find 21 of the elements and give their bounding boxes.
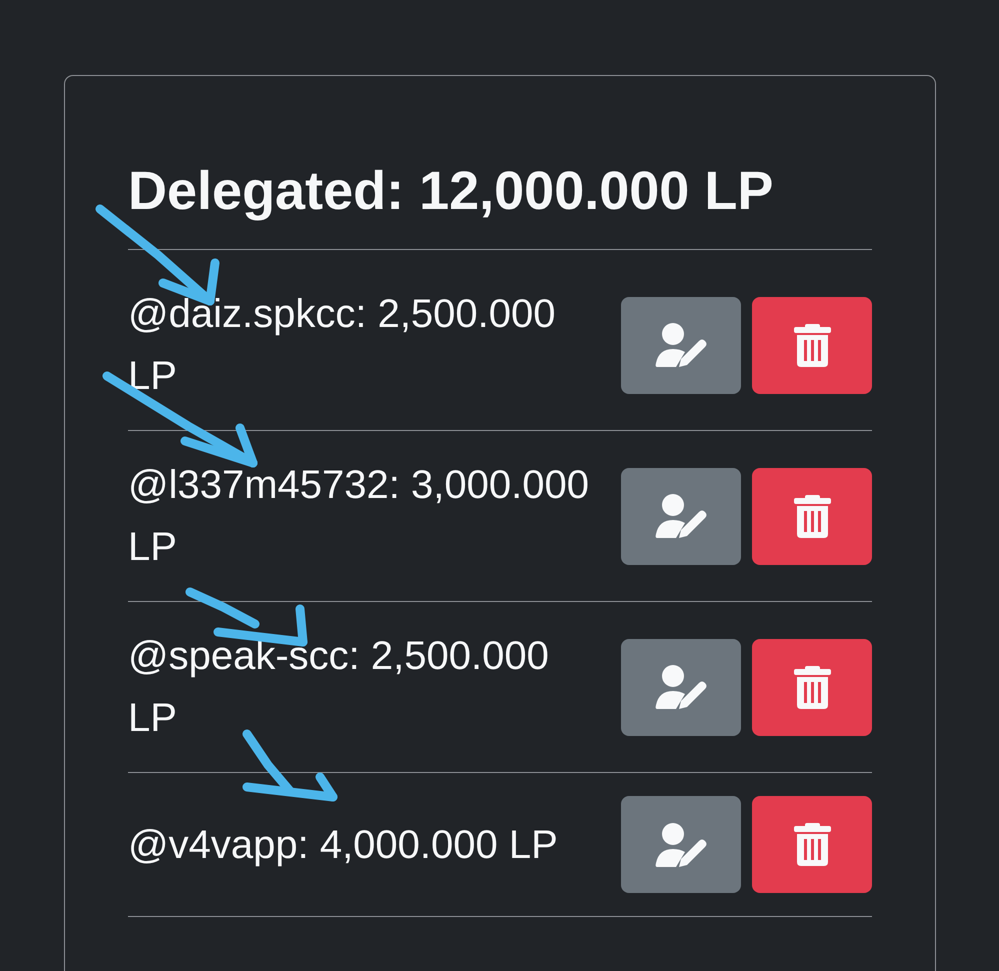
- delegated-total-heading: Delegated: 12,000.000 LP: [128, 160, 774, 223]
- trash-icon: [794, 823, 830, 866]
- delete-delegation-button[interactable]: [752, 638, 872, 736]
- edit-delegation-button[interactable]: [621, 296, 741, 394]
- user-edit-icon: [654, 665, 708, 709]
- delegation-label: @v4vapp: 4,000.000 LP: [128, 822, 558, 866]
- delete-delegation-button[interactable]: [752, 468, 872, 564]
- trash-icon: [794, 324, 830, 366]
- delete-delegation-button[interactable]: [752, 296, 872, 394]
- edit-delegation-button[interactable]: [621, 468, 741, 564]
- edit-delegation-button[interactable]: [621, 796, 741, 893]
- user-edit-icon: [654, 323, 708, 367]
- delete-delegation-button[interactable]: [752, 796, 872, 893]
- user-edit-icon: [654, 494, 708, 538]
- trash-icon: [794, 666, 830, 708]
- user-edit-icon: [654, 822, 708, 866]
- trash-icon: [794, 494, 830, 538]
- delegation-label: @speak-scc: 2,500.000 LP: [128, 634, 549, 740]
- delegation-label: @daiz.spkcc: 2,500.000 LP: [128, 292, 556, 398]
- delegation-label: @l337m45732: 3,000.000 LP: [128, 463, 589, 569]
- edit-delegation-button[interactable]: [621, 638, 741, 736]
